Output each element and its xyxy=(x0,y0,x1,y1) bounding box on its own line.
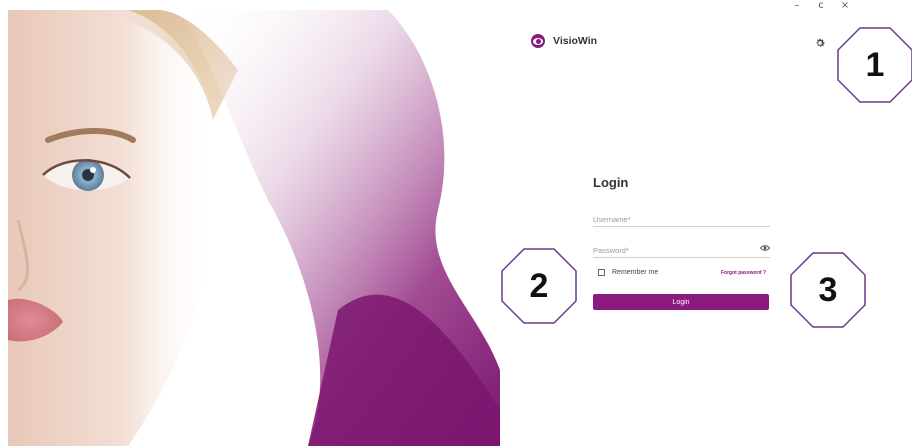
brand: VisioWin xyxy=(531,34,597,48)
brand-name: VisioWin xyxy=(553,35,598,47)
remember-me-label: Remember me xyxy=(612,269,659,276)
close-button[interactable]: × xyxy=(840,0,850,12)
callout-label: 3 xyxy=(818,270,838,309)
callout-label: 2 xyxy=(529,266,549,305)
password-field xyxy=(593,240,770,259)
callout-label: 1 xyxy=(865,45,885,84)
restore-button[interactable]: c xyxy=(816,0,826,12)
login-button[interactable]: Login xyxy=(593,294,769,310)
username-field xyxy=(593,209,770,228)
forgot-password-link[interactable]: Forgot password ? xyxy=(721,270,766,276)
gear-icon[interactable] xyxy=(814,36,826,48)
login-title: Login xyxy=(593,175,629,190)
remember-me[interactable]: Remember me xyxy=(598,269,658,276)
window-controls: – c × xyxy=(792,0,850,12)
callout-1: 1 xyxy=(836,26,912,104)
password-input[interactable] xyxy=(593,242,770,259)
eye-icon xyxy=(531,34,545,48)
callout-2: 2 xyxy=(500,247,578,325)
callout-3: 3 xyxy=(789,251,867,329)
remember-me-checkbox[interactable] xyxy=(598,269,605,276)
hero-image xyxy=(8,10,500,446)
eye-icon[interactable] xyxy=(760,244,770,252)
username-input[interactable] xyxy=(593,211,770,228)
minimize-button[interactable]: – xyxy=(792,0,802,12)
